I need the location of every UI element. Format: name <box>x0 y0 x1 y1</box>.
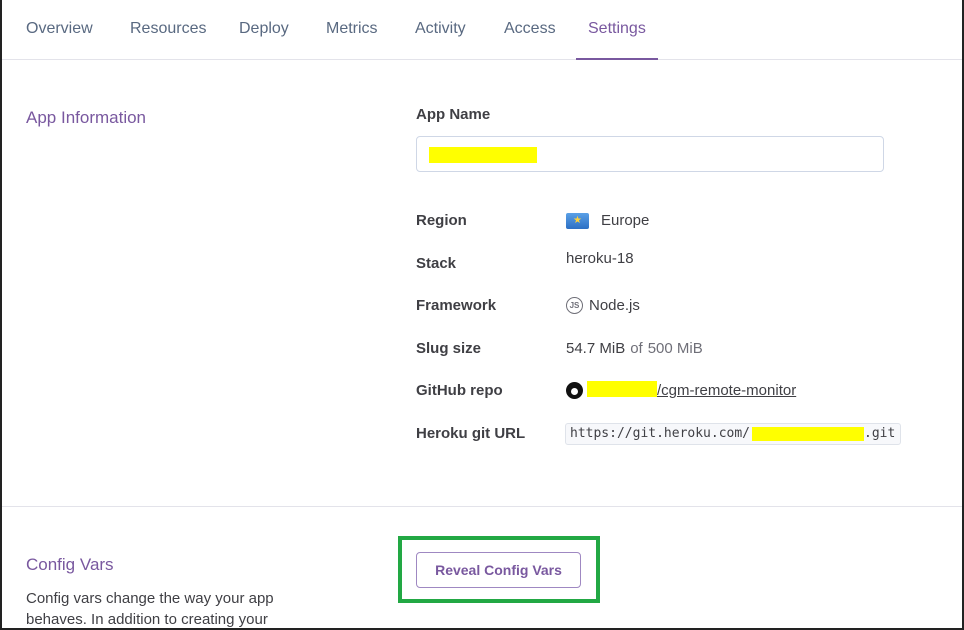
slug-total: 500 MiB <box>647 340 703 357</box>
config-vars-description: Config vars change the way your app beha… <box>26 590 274 628</box>
active-tab-indicator <box>576 58 658 60</box>
tab-metrics[interactable]: Metrics <box>326 20 378 38</box>
redacted-app-name <box>429 147 537 163</box>
section-divider <box>2 506 962 507</box>
app-nav: Overview Resources Deploy Metrics Activi… <box>2 0 962 60</box>
github-repo-suffix: /cgm-remote-monitor <box>657 382 797 399</box>
tab-settings[interactable]: Settings <box>588 20 646 38</box>
slug-size-value: 54.7 MiB of 500 MiB <box>566 340 703 357</box>
region-label: Region <box>416 212 467 229</box>
stack-value: heroku-18 <box>566 250 634 267</box>
nodejs-icon: JS <box>566 297 583 314</box>
slug-of: of <box>630 340 643 357</box>
app-name-label: App Name <box>416 106 491 123</box>
slug-used: 54.7 MiB <box>566 340 626 357</box>
git-url-prefix: https://git.heroku.com/ <box>570 426 751 441</box>
tab-overview[interactable]: Overview <box>26 20 93 38</box>
slug-size-label: Slug size <box>416 340 482 357</box>
stack-label: Stack <box>416 255 457 272</box>
region-text: Europe <box>601 212 650 229</box>
region-value: ★ Europe <box>566 212 649 229</box>
app-information-heading: App Information <box>26 108 147 127</box>
framework-value: JS Node.js <box>566 297 640 314</box>
github-icon <box>566 382 583 399</box>
github-repo-label: GitHub repo <box>416 382 503 399</box>
tab-access[interactable]: Access <box>504 20 556 38</box>
redacted-git-app-name <box>752 427 864 441</box>
redacted-github-owner <box>587 381 657 397</box>
reveal-config-vars-button[interactable]: Reveal Config Vars <box>416 552 581 588</box>
framework-label: Framework <box>416 297 497 314</box>
europe-flag-icon: ★ <box>566 212 589 229</box>
settings-page: Overview Resources Deploy Metrics Activi… <box>0 0 964 630</box>
framework-text: Node.js <box>589 297 640 314</box>
tab-activity[interactable]: Activity <box>415 20 466 38</box>
config-vars-heading: Config Vars <box>26 555 114 574</box>
tab-deploy[interactable]: Deploy <box>239 20 289 38</box>
git-url-suffix: .git <box>864 426 896 441</box>
heroku-git-url-label: Heroku git URL <box>416 425 526 442</box>
tab-resources[interactable]: Resources <box>130 20 206 38</box>
